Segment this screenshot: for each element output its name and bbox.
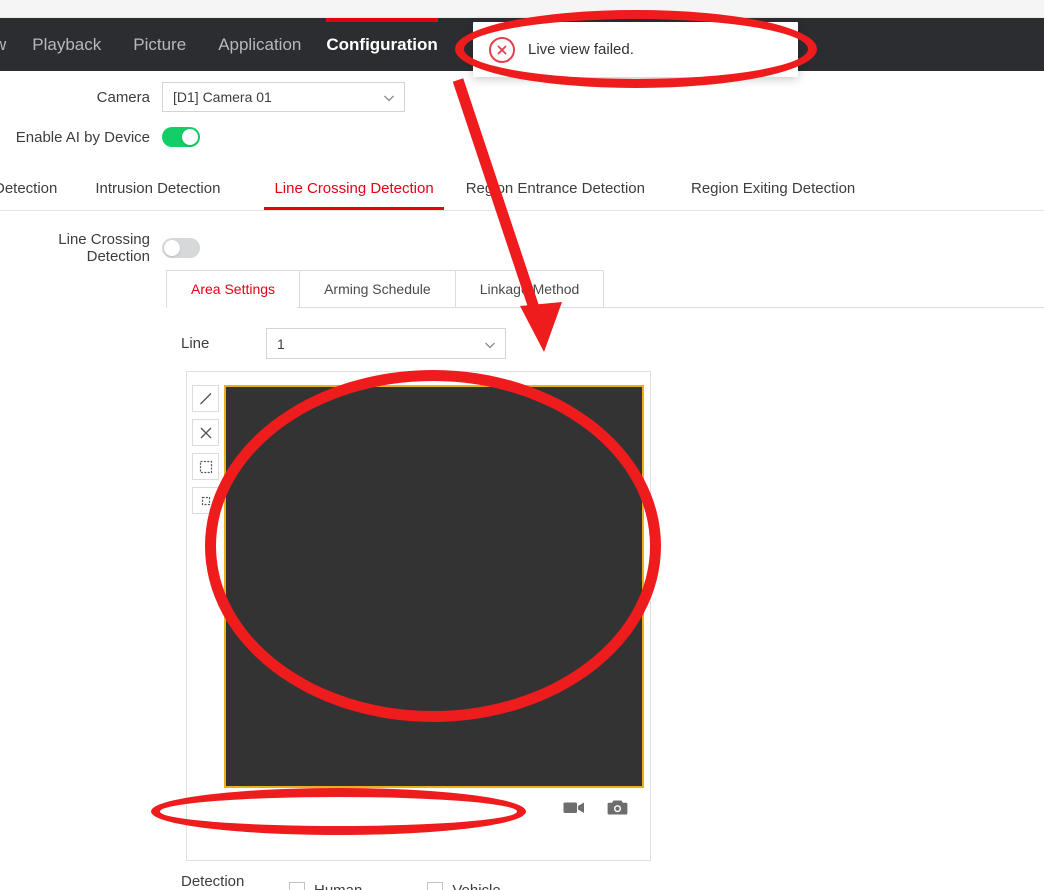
chevron-down-icon: [383, 91, 395, 103]
dashed-rect-small-icon[interactable]: [192, 487, 219, 514]
browser-top-strip: [0, 0, 1044, 18]
video-controls-bar: [224, 790, 644, 824]
line-select[interactable]: 1: [266, 328, 506, 359]
subtab-area-settings[interactable]: Area Settings: [166, 270, 300, 308]
tab-motion-detection[interactable]: Detection: [0, 167, 57, 210]
tab-label: Intrusion Detection: [95, 180, 220, 197]
nav-item-label: Configuration: [326, 35, 437, 55]
camera-label: Camera: [0, 89, 150, 106]
toast-message: Live view failed.: [528, 41, 634, 58]
line-crossing-enable-row: Line Crossing Detection: [0, 231, 1044, 265]
line-crossing-toggle[interactable]: [162, 238, 200, 258]
subtab-label: Linkage Method: [480, 281, 580, 297]
subtab-arming-schedule[interactable]: Arming Schedule: [300, 270, 456, 308]
enable-ai-label: Enable AI by Device: [0, 129, 150, 146]
dashed-rect-large-icon[interactable]: [192, 453, 219, 480]
detection-target-row: Detection Tar… Human Vehicle: [181, 873, 501, 890]
photo-camera-icon[interactable]: [607, 799, 628, 816]
tab-line-crossing-detection[interactable]: Line Crossing Detection: [264, 167, 443, 210]
toggle-knob: [164, 240, 180, 256]
tab-label: Region Entrance Detection: [466, 180, 645, 197]
area-sub-tabs: Area Settings Arming Schedule Linkage Me…: [166, 270, 604, 308]
tab-label: Region Exiting Detection: [691, 180, 855, 197]
nav-item-live-view[interactable]: w: [0, 18, 6, 71]
checkbox-label: Vehicle: [452, 882, 500, 890]
drawing-toolbar: [187, 372, 224, 860]
checkbox-human[interactable]: Human: [289, 882, 362, 890]
enable-ai-toggle[interactable]: [162, 127, 200, 147]
subtab-linkage-method[interactable]: Linkage Method: [456, 270, 605, 308]
subtab-label: Arming Schedule: [324, 281, 431, 297]
checkbox-vehicle[interactable]: Vehicle: [427, 882, 500, 890]
nav-item-configuration[interactable]: Configuration: [326, 18, 437, 71]
subtab-label: Area Settings: [191, 281, 275, 297]
error-circle-x-icon: [489, 37, 515, 63]
video-area: [186, 371, 651, 861]
line-select-value: 1: [277, 336, 285, 352]
nav-item-picture[interactable]: Picture: [133, 18, 186, 71]
line-crossing-label: Line Crossing Detection: [0, 231, 150, 265]
live-view-canvas[interactable]: [224, 385, 644, 788]
app-root: w Playback Picture Application Configura…: [0, 0, 1044, 890]
nav-item-label: Application: [218, 35, 301, 55]
nav-item-label: w: [0, 35, 6, 55]
detection-tabs: Detection Intrusion Detection Line Cross…: [0, 167, 1044, 211]
chevron-down-icon: [484, 338, 496, 350]
tab-region-entrance-detection[interactable]: Region Entrance Detection: [466, 167, 645, 210]
nav-item-application[interactable]: Application: [218, 18, 301, 71]
x-cross-icon[interactable]: [192, 419, 219, 446]
toggle-knob: [182, 129, 198, 145]
nav-item-label: Playback: [32, 35, 101, 55]
subtabs-active-mask: [167, 307, 297, 308]
checkbox-box: [427, 882, 443, 890]
tab-region-exiting-detection[interactable]: Region Exiting Detection: [691, 167, 855, 210]
subtabs-divider: [166, 307, 1044, 308]
enable-ai-row: Enable AI by Device: [0, 127, 1044, 147]
line-label: Line: [166, 335, 266, 352]
line-row: Line 1: [166, 328, 506, 359]
tab-label: Detection: [0, 180, 57, 197]
detection-target-label: Detection Tar…: [181, 873, 281, 890]
camera-row: Camera [D1] Camera 01: [0, 82, 1044, 112]
checkbox-label: Human: [314, 882, 362, 890]
tab-intrusion-detection[interactable]: Intrusion Detection: [95, 167, 220, 210]
camera-select[interactable]: [D1] Camera 01: [162, 82, 405, 112]
diagonal-line-icon[interactable]: [192, 385, 219, 412]
camera-select-value: [D1] Camera 01: [173, 89, 272, 105]
checkbox-box: [289, 882, 305, 890]
video-camera-icon[interactable]: [563, 800, 585, 815]
page-content: Camera [D1] Camera 01 Enable AI by Devic…: [0, 71, 1044, 890]
nav-item-label: Picture: [133, 35, 186, 55]
nav-item-playback[interactable]: Playback: [32, 18, 101, 71]
tab-label: Line Crossing Detection: [274, 180, 433, 197]
toast-notification[interactable]: Live view failed.: [473, 22, 798, 77]
